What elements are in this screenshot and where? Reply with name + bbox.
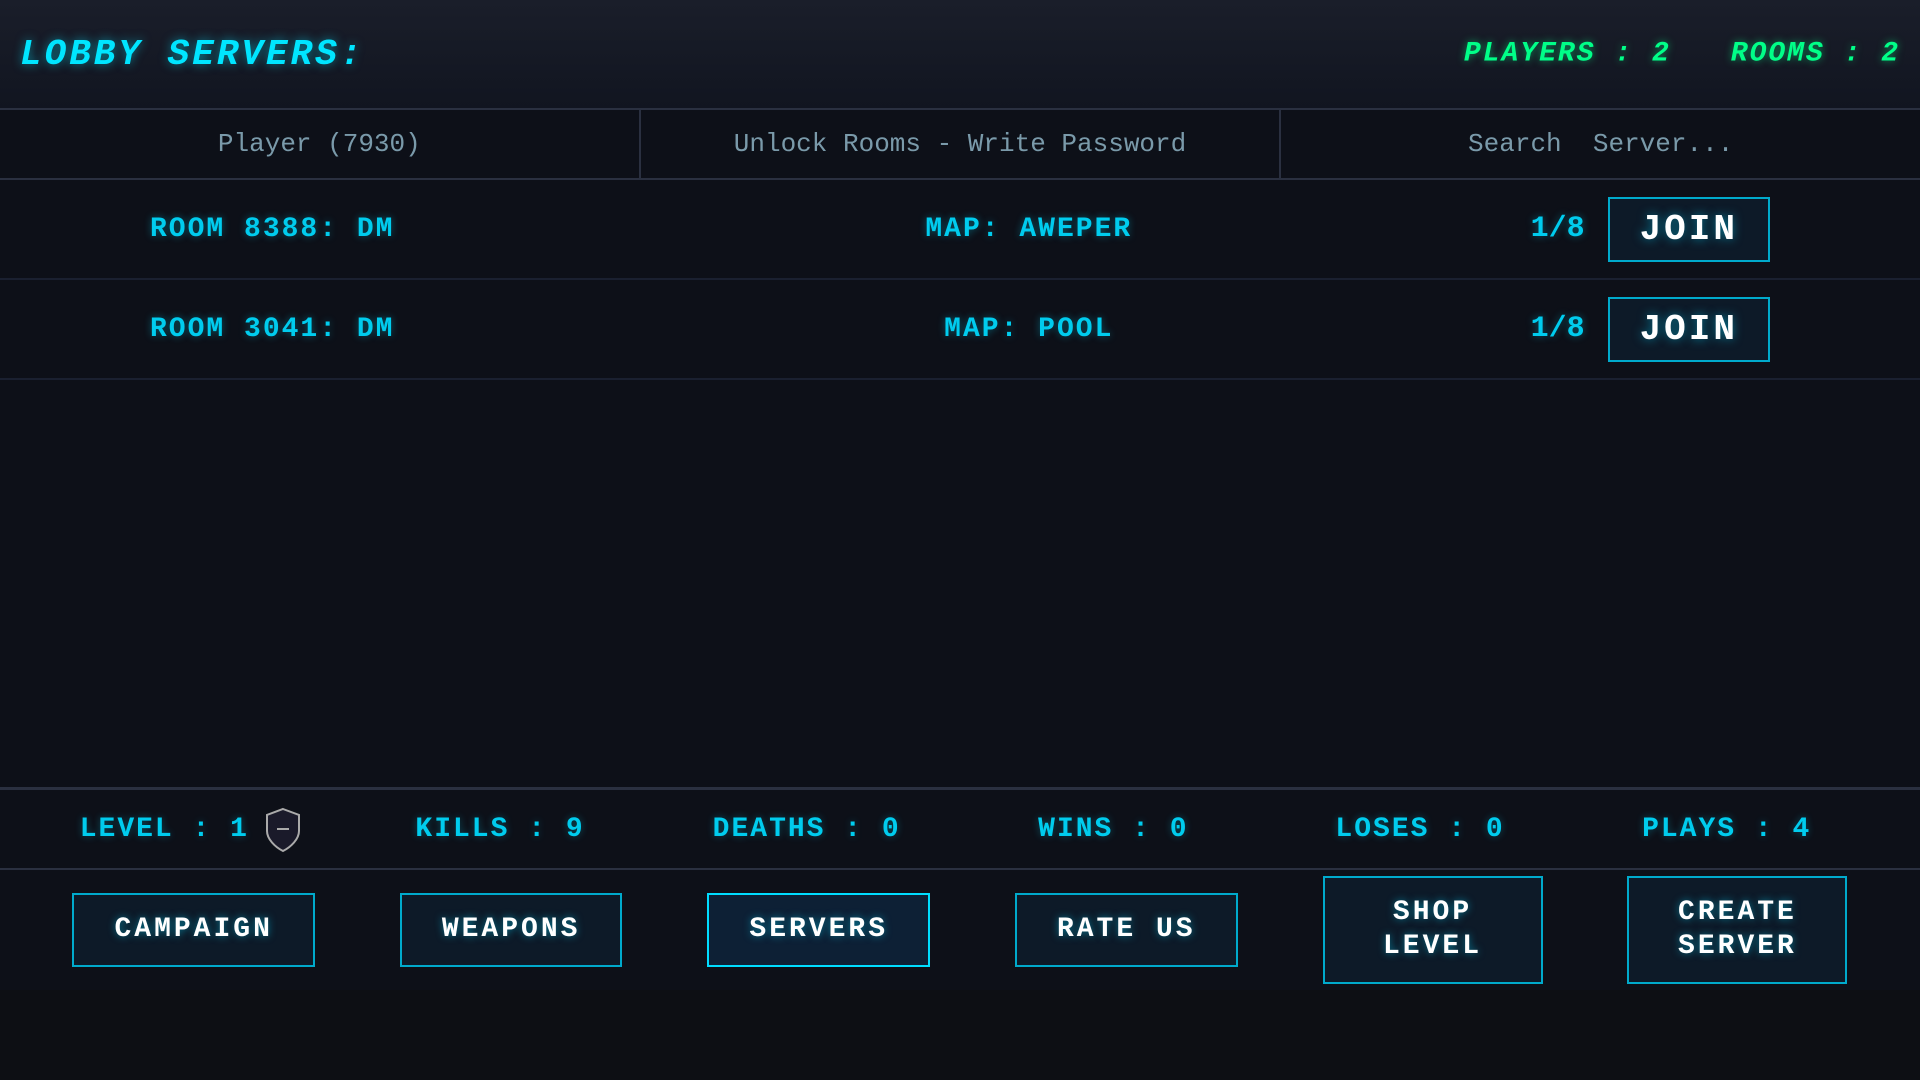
player-section[interactable] [0, 110, 641, 178]
loses-stat: LOSES : 0 [1267, 814, 1574, 845]
password-input[interactable] [661, 129, 1260, 159]
bottom-nav: CAMPAIGN WEAPONS SERVERS RaTE Us ShOPLev… [0, 870, 1920, 990]
join-button-2[interactable]: JOIN [1608, 297, 1770, 362]
search-input[interactable] [1301, 129, 1900, 159]
kills-stat: KILLS : 9 [347, 814, 654, 845]
room-players-1: 1/8 [1508, 212, 1608, 246]
table-row: ROOM 3041: DM MAP: POOL 1/8 JOIN [0, 280, 1920, 380]
rate-us-button[interactable]: RaTE Us [1015, 893, 1238, 967]
lobby-title: LOBBY SERVERS: [20, 34, 420, 75]
servers-button[interactable]: SERVERS [707, 893, 930, 967]
plays-stat: PLAYS : 4 [1573, 814, 1880, 845]
deaths-stat: DEATHS : 0 [653, 814, 960, 845]
top-bar [0, 110, 1920, 180]
players-count: PLAYERS : 2 [1464, 39, 1671, 70]
create-server-button[interactable]: CReateserver [1627, 876, 1847, 983]
room-name-2: ROOM 3041: DM [150, 314, 550, 345]
header-stats: PLAYERS : 2 ROOMS : 2 [1464, 39, 1900, 70]
rooms-count: ROOMS : 2 [1731, 39, 1900, 70]
shield-icon [259, 805, 307, 853]
player-input[interactable] [20, 129, 619, 159]
room-map-1: MAP: AWEPER [550, 214, 1508, 245]
stats-bar: LEVEL : 1 KILLS : 9 DEATHS : 0 WINS : 0 … [0, 790, 1920, 870]
campaign-button[interactable]: CAMPAIGN [72, 893, 314, 967]
level-label: LEVEL : 1 [80, 814, 249, 845]
join-button-1[interactable]: JOIN [1608, 197, 1770, 262]
level-stat: LEVEL : 1 [40, 805, 347, 853]
room-map-2: MAP: POOL [550, 314, 1508, 345]
search-section[interactable] [1281, 110, 1920, 178]
table-row: ROOM 8388: DM MAP: AWEPER 1/8 JOIN [0, 180, 1920, 280]
room-list: ROOM 8388: DM MAP: AWEPER 1/8 JOIN ROOM … [0, 180, 1920, 790]
room-players-2: 1/8 [1508, 312, 1608, 346]
wins-stat: WINS : 0 [960, 814, 1267, 845]
weapons-button[interactable]: WEAPONS [400, 893, 623, 967]
password-section[interactable] [641, 110, 1282, 178]
header: LOBBY SERVERS: PLAYERS : 2 ROOMS : 2 [0, 0, 1920, 110]
room-name-1: ROOM 8388: DM [150, 214, 550, 245]
shop-level-button[interactable]: ShOPLevel [1323, 876, 1543, 983]
